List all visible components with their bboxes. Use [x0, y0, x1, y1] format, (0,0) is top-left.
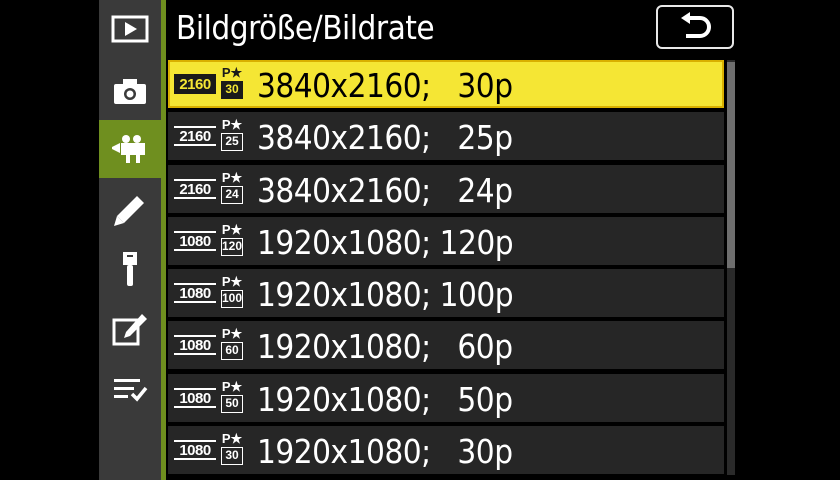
frame-rate-badge-icon: P★ 25 — [220, 118, 244, 154]
frame-rate-badge-text: 60 — [221, 342, 243, 361]
resolution-badge-text: 1080 — [174, 387, 216, 408]
resolution-badge-text: 2160 — [174, 126, 216, 147]
pstar-text: P★ — [221, 221, 243, 237]
resolution-badge-icon: 1080 — [174, 384, 216, 410]
pstar-text: P★ — [221, 326, 243, 342]
list-item-label: 3840x2160; 25p — [257, 118, 513, 158]
page-title: Bildgröße/Bildrate — [176, 8, 435, 47]
movie-camera-icon — [112, 135, 145, 163]
resolution-badge-text: 1080 — [174, 283, 216, 304]
resolution-badge-icon: 2160 — [174, 122, 216, 148]
list-item-label: 3840x2160; 24p — [257, 170, 513, 210]
list-item[interactable]: 2160 P★ 30 3840x2160; 30p — [168, 60, 724, 108]
scrollbar-thumb[interactable] — [727, 62, 735, 268]
resolution-badge-icon: 2160 — [174, 70, 216, 96]
tab-playback[interactable] — [99, 0, 161, 58]
pstar-text: P★ — [221, 274, 243, 290]
play-icon — [111, 15, 149, 43]
pencil-icon — [114, 196, 144, 226]
list-item[interactable]: 2160 P★ 25 3840x2160; 25p — [168, 112, 724, 161]
list-item-label: 3840x2160; 30p — [257, 66, 513, 105]
frame-rate-badge-icon: P★ 50 — [220, 378, 244, 416]
resolution-badge-icon: 1080 — [174, 436, 216, 462]
frame-rate-badge-text: 30 — [221, 81, 243, 99]
frame-rate-badge-text: 50 — [221, 394, 243, 413]
resolution-badge-text: 2160 — [174, 74, 216, 94]
resolution-badge-text: 1080 — [174, 335, 216, 356]
tab-setup[interactable] — [99, 240, 161, 298]
pstar-text: P★ — [221, 169, 243, 185]
my-menu-icon — [114, 379, 148, 402]
list-item[interactable]: 1080 P★ 50 1920x1080; 50p — [168, 373, 724, 422]
frame-rate-badge-icon: P★ 24 — [220, 169, 244, 207]
list-item-label: 1920x1080; 30p — [257, 432, 513, 472]
menu-sidebar — [99, 0, 161, 480]
return-arrow-icon — [681, 12, 711, 38]
back-button[interactable] — [656, 5, 734, 49]
tab-custom-settings[interactable] — [99, 182, 161, 240]
list-item-label: 1920x1080; 60p — [257, 327, 513, 367]
pstar-text: P★ — [221, 117, 243, 133]
pstar-text: P★ — [221, 65, 243, 80]
resolution-badge-icon: 1080 — [174, 227, 216, 253]
frame-rate-badge-text: 100 — [221, 290, 243, 309]
frame-rate-badge-text: 24 — [221, 185, 243, 204]
list-item[interactable]: 1080 P★ 100 1920x1080; 100p — [168, 269, 724, 318]
tab-movie-shooting[interactable] — [99, 120, 161, 178]
frame-rate-badge-icon: P★ 30 — [220, 66, 244, 102]
tab-retouch[interactable] — [99, 300, 161, 358]
option-list: 2160 P★ 30 3840x2160; 30p 2160 P★ 25 3840x… — [168, 60, 724, 478]
frame-rate-badge-icon: P★ 120 — [220, 221, 244, 259]
frame-rate-badge-text: 25 — [221, 133, 243, 152]
camera-icon — [114, 79, 146, 104]
resolution-badge-icon: 1080 — [174, 279, 216, 305]
retouch-icon — [112, 314, 147, 346]
tab-photo-shooting[interactable] — [99, 62, 161, 120]
list-item-label: 1920x1080; 50p — [257, 379, 513, 419]
resolution-badge-text: 1080 — [174, 230, 216, 251]
sidebar-accent-bar — [161, 0, 166, 480]
pstar-text: P★ — [221, 378, 243, 394]
frame-rate-badge-text: 120 — [221, 237, 243, 256]
resolution-badge-text: 1080 — [174, 440, 216, 461]
pstar-text: P★ — [221, 431, 243, 447]
list-item[interactable]: 1080 P★ 60 1920x1080; 60p — [168, 321, 724, 370]
resolution-badge-icon: 1080 — [174, 331, 216, 357]
wrench-icon — [123, 252, 137, 286]
frame-rate-badge-icon: P★ 30 — [220, 432, 244, 468]
list-item-label: 1920x1080; 120p — [257, 222, 514, 262]
resolution-badge-icon: 2160 — [174, 175, 216, 201]
resolution-badge-text: 2160 — [174, 178, 216, 199]
tab-my-menu[interactable] — [99, 360, 161, 418]
list-item[interactable]: 1080 P★ 120 1920x1080; 120p — [168, 216, 724, 265]
list-item[interactable]: 1080 P★ 30 1920x1080; 30p — [168, 426, 724, 475]
frame-rate-badge-text: 30 — [221, 447, 243, 466]
frame-rate-badge-icon: P★ 100 — [220, 275, 244, 311]
list-item-label: 1920x1080; 100p — [257, 275, 514, 315]
list-item[interactable]: 2160 P★ 24 3840x2160; 24p — [168, 164, 724, 213]
frame-rate-badge-icon: P★ 60 — [220, 327, 244, 363]
